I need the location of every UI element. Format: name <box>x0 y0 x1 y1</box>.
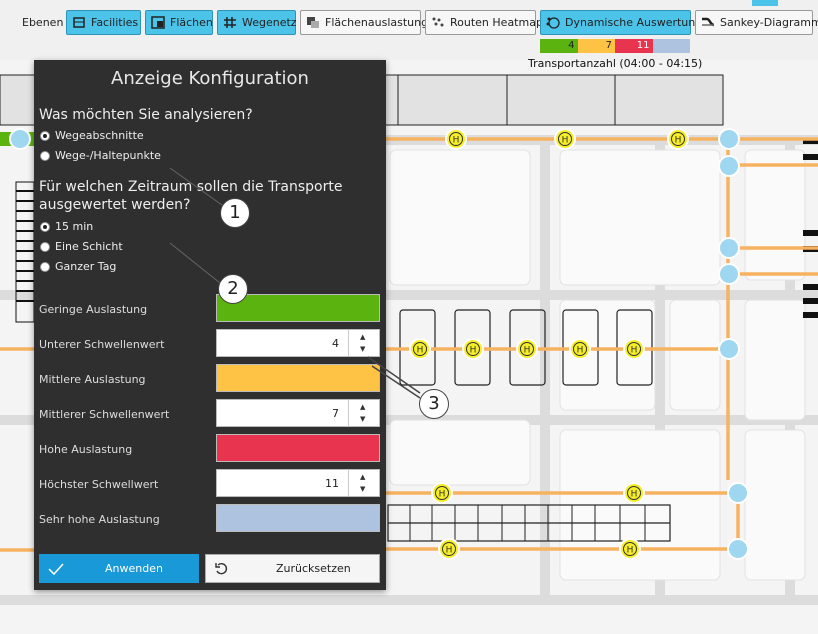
callout-1: 1 <box>220 198 250 228</box>
callout-3: 3 <box>419 389 449 419</box>
callout-lines <box>169 167 421 399</box>
callout-2: 2 <box>218 274 248 304</box>
